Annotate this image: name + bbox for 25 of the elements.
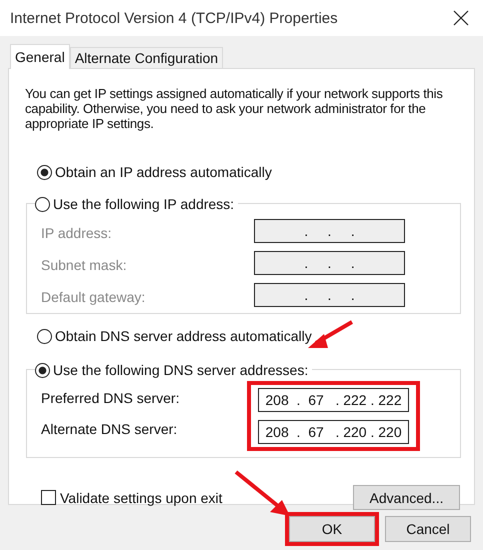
field-label: IP address: [41, 225, 113, 243]
radio-button[interactable] [35, 362, 50, 378]
field-label: Preferred DNS server: [41, 390, 180, 408]
radio-button[interactable] [37, 328, 52, 344]
radio-label[interactable]: Obtain an IP address automatically [55, 164, 272, 180]
close-icon[interactable] [453, 10, 469, 26]
checkbox[interactable] [41, 490, 56, 505]
cancel-button[interactable]: Cancel [385, 516, 471, 542]
field-label: Subnet mask: [41, 257, 128, 275]
ip-address-field[interactable]: 208 . 67 . 220 . 220 [258, 420, 409, 444]
radio-label[interactable]: Use the following DNS server addresses: [53, 362, 308, 378]
field-label: Alternate DNS server: [41, 421, 178, 439]
window-title: Internet Protocol Version 4 (TCP/IPv4) Properties [10, 10, 338, 26]
radio-label[interactable]: Obtain DNS server address automatically [55, 328, 312, 344]
ip-address-field[interactable]: 208 . 67 . 222 . 222 [258, 388, 409, 412]
ok-button[interactable]: OK [289, 516, 375, 542]
radio-button[interactable] [37, 164, 52, 180]
radio-label[interactable]: Use the following IP address: [53, 196, 234, 212]
radio-button[interactable] [35, 196, 50, 212]
field-label: Default gateway: [41, 289, 146, 307]
tab[interactable]: Alternate Configuration [70, 47, 224, 68]
checkbox-label[interactable]: Validate settings upon exit [60, 490, 222, 506]
description-text: You can get IP settings assigned automatically if your network supports this capability. Otherwise, you need to ask your network administrator for the appropriate IP settings. [25, 86, 444, 131]
tab[interactable]: General [10, 44, 70, 69]
advanced-button[interactable]: Advanced... [353, 485, 460, 510]
